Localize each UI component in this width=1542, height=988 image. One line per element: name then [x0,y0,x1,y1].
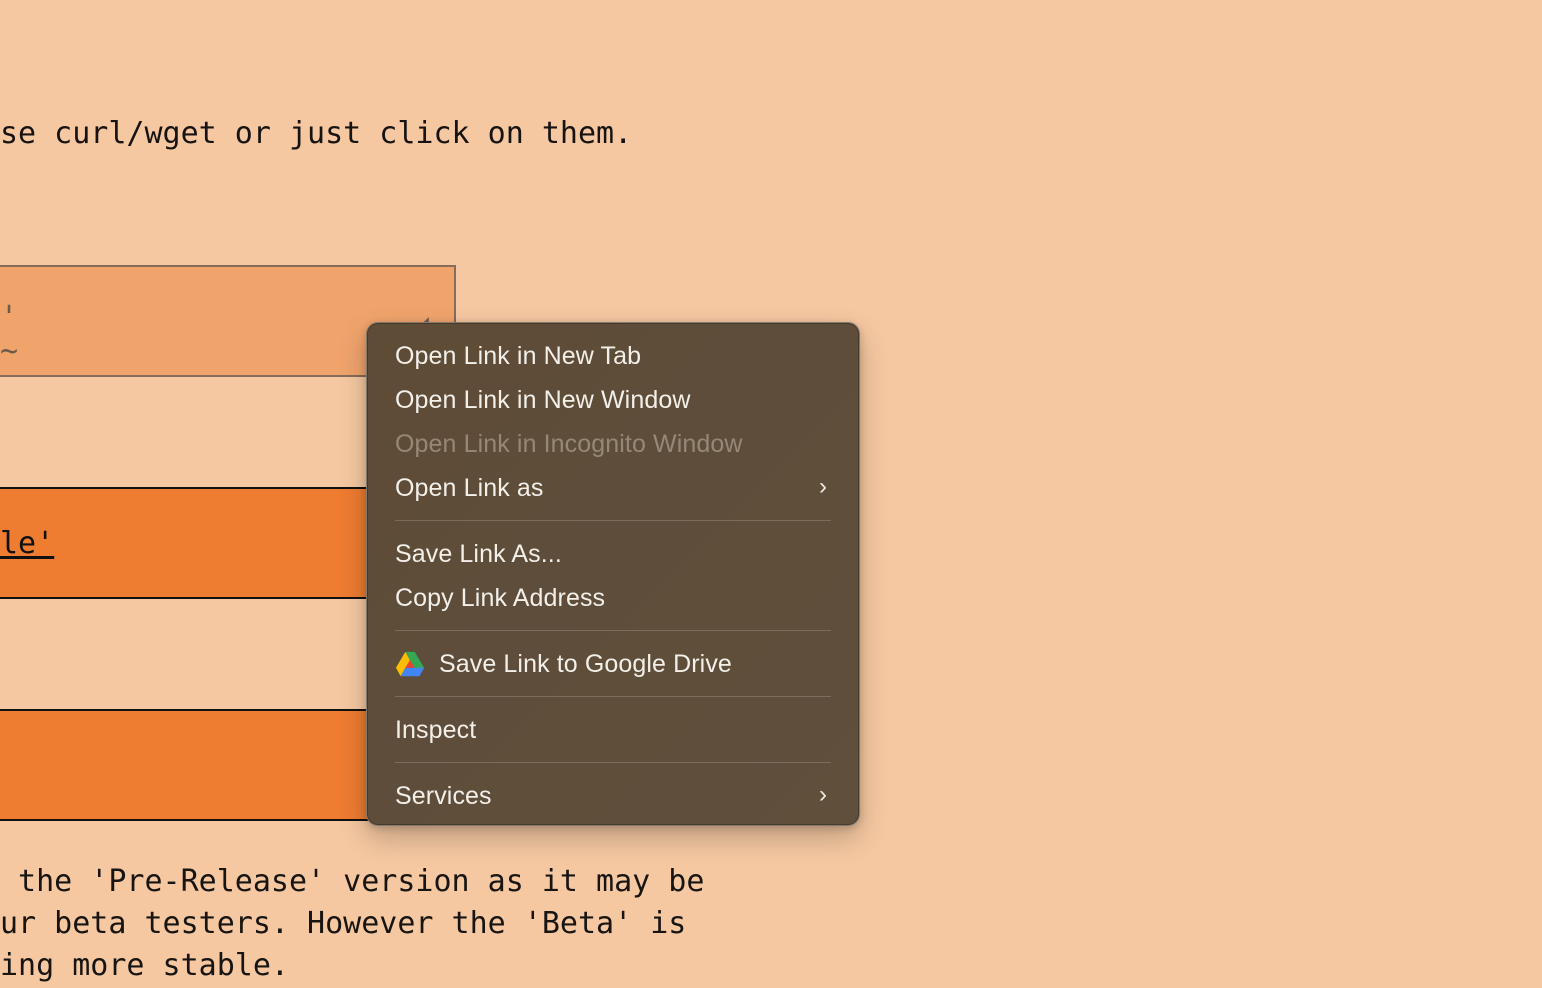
menu-separator [395,520,831,521]
menu-separator [395,762,831,763]
google-drive-icon [395,651,425,677]
menu-item-inspect[interactable]: Inspect [395,708,831,752]
menu-item-open-link-in-new-window[interactable]: Open Link in New Window [395,378,831,422]
menu-separator [395,696,831,697]
menu-item-open-link-as[interactable]: Open Link as › [395,466,831,510]
menu-item-label: Open Link in Incognito Window [395,429,743,458]
partial-glyph: ' ~ [0,300,19,369]
orange-download-box-bottom [0,709,418,821]
menu-item-save-link-as[interactable]: Save Link As... [395,532,831,576]
menu-item-label: Save Link As... [395,539,562,568]
menu-item-label: Open Link in New Window [395,385,691,414]
menu-item-label: Save Link to Google Drive [439,649,732,678]
info-line-2: ur beta testers. However the 'Beta' is [0,906,687,941]
menu-item-label: Open Link as [395,473,544,502]
chevron-right-icon: › [818,781,828,808]
orange-download-box-top [0,487,418,599]
chevron-right-icon: › [818,473,828,500]
menu-item-services[interactable]: Services › [395,774,831,818]
menu-item-open-link-in-new-tab[interactable]: Open Link in New Tab [395,334,831,378]
info-line-1: the 'Pre-Release' version as it may be [0,864,705,899]
download-link-text[interactable]: le' [0,523,54,565]
menu-item-label: Services [395,781,492,810]
top-instruction-text: se curl/wget or just click on them. [0,116,633,151]
context-menu: Open Link in New Tab Open Link in New Wi… [366,322,860,826]
menu-separator [395,630,831,631]
menu-item-label: Open Link in New Tab [395,341,642,370]
menu-item-label: Inspect [395,715,477,744]
menu-item-copy-link-address[interactable]: Copy Link Address [395,576,831,620]
info-line-3: ing more stable. [0,948,289,983]
menu-item-open-link-in-incognito-window: Open Link in Incognito Window [395,422,831,466]
menu-item-label: Copy Link Address [395,583,606,612]
menu-item-save-link-to-google-drive[interactable]: Save Link to Google Drive [395,642,831,686]
